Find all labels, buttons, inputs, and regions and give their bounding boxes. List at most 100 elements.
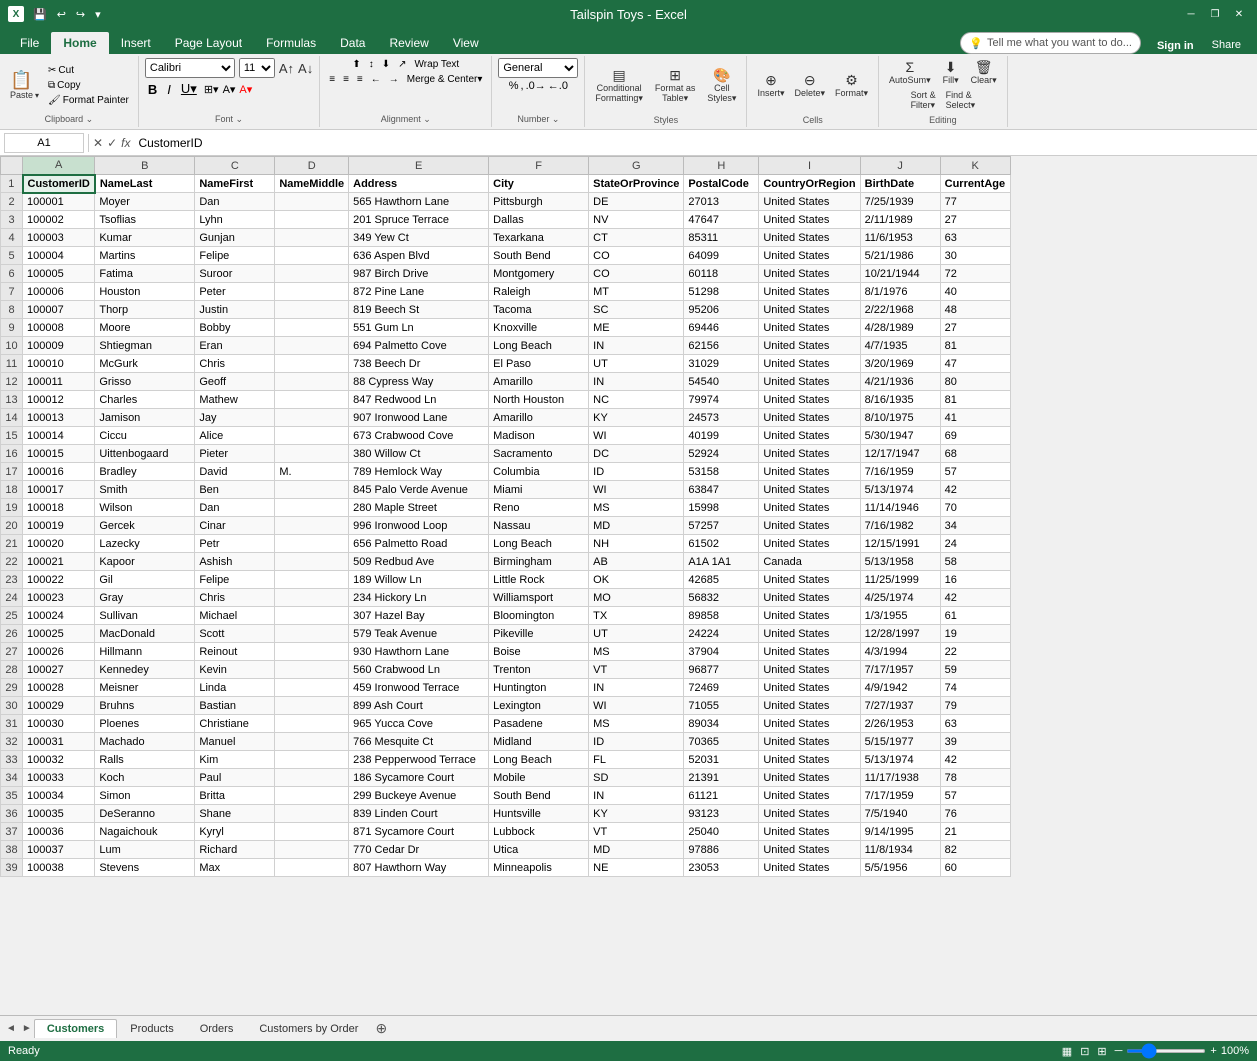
cell-B31[interactable]: Ploenes [95, 715, 195, 733]
cell-J31[interactable]: 2/26/1953 [860, 715, 940, 733]
cell-A32[interactable]: 100031 [23, 733, 95, 751]
cell-E24[interactable]: 234 Hickory Ln [349, 589, 489, 607]
zoom-in-btn[interactable]: + [1210, 1045, 1216, 1057]
tell-me-box[interactable]: 💡 Tell me what you want to do... [960, 32, 1141, 54]
font-size-select[interactable]: 11 [239, 58, 275, 78]
cell-D8[interactable] [275, 301, 349, 319]
cell-G21[interactable]: NH [589, 535, 684, 553]
increase-decimal-btn[interactable]: .0→ [526, 80, 546, 92]
fx-confirm-icon[interactable]: ✓ [107, 136, 117, 150]
cell-B22[interactable]: Kapoor [95, 553, 195, 571]
cell-A11[interactable]: 100010 [23, 355, 95, 373]
cell-F17[interactable]: Columbia [489, 463, 589, 481]
cell-G22[interactable]: AB [589, 553, 684, 571]
cell-I14[interactable]: United States [759, 409, 860, 427]
cell-D5[interactable] [275, 247, 349, 265]
cell-K28[interactable]: 59 [940, 661, 1010, 679]
cell-B14[interactable]: Jamison [95, 409, 195, 427]
cell-E30[interactable]: 899 Ash Court [349, 697, 489, 715]
cell-B5[interactable]: Martins [95, 247, 195, 265]
cell-D37[interactable] [275, 823, 349, 841]
cell-K20[interactable]: 34 [940, 517, 1010, 535]
cell-E36[interactable]: 839 Linden Court [349, 805, 489, 823]
cell-G27[interactable]: MS [589, 643, 684, 661]
cell-C14[interactable]: Jay [195, 409, 275, 427]
conditional-formatting-btn[interactable]: ▤ ConditionalFormatting▾ [591, 66, 647, 106]
qa-dropdown-btn[interactable]: ▾ [92, 6, 104, 23]
cell-C38[interactable]: Richard [195, 841, 275, 859]
cell-H11[interactable]: 31029 [684, 355, 759, 373]
cell-A10[interactable]: 100009 [23, 337, 95, 355]
cell-C1[interactable]: NameFirst [195, 175, 275, 193]
cell-G2[interactable]: DE [589, 193, 684, 211]
cell-A16[interactable]: 100015 [23, 445, 95, 463]
cell-J8[interactable]: 2/22/1968 [860, 301, 940, 319]
col-header-D[interactable]: D [275, 157, 349, 175]
cell-G30[interactable]: WI [589, 697, 684, 715]
cell-C9[interactable]: Bobby [195, 319, 275, 337]
cell-A26[interactable]: 100025 [23, 625, 95, 643]
tab-insert[interactable]: Insert [109, 32, 163, 54]
cell-J4[interactable]: 11/6/1953 [860, 229, 940, 247]
cell-I24[interactable]: United States [759, 589, 860, 607]
cell-B36[interactable]: DeSeranno [95, 805, 195, 823]
cell-K17[interactable]: 57 [940, 463, 1010, 481]
cell-E38[interactable]: 770 Cedar Dr [349, 841, 489, 859]
cell-H37[interactable]: 25040 [684, 823, 759, 841]
cell-D17[interactable]: M. [275, 463, 349, 481]
cell-B26[interactable]: MacDonald [95, 625, 195, 643]
cell-B33[interactable]: Ralls [95, 751, 195, 769]
cell-D21[interactable] [275, 535, 349, 553]
cell-D7[interactable] [275, 283, 349, 301]
cell-K39[interactable]: 60 [940, 859, 1010, 877]
cell-J25[interactable]: 1/3/1955 [860, 607, 940, 625]
cell-H16[interactable]: 52924 [684, 445, 759, 463]
cell-K37[interactable]: 21 [940, 823, 1010, 841]
cell-F11[interactable]: El Paso [489, 355, 589, 373]
cell-J5[interactable]: 5/21/1986 [860, 247, 940, 265]
cell-H25[interactable]: 89858 [684, 607, 759, 625]
cell-J2[interactable]: 7/25/1939 [860, 193, 940, 211]
cell-B28[interactable]: Kennedey [95, 661, 195, 679]
cell-C16[interactable]: Pieter [195, 445, 275, 463]
cell-I15[interactable]: United States [759, 427, 860, 445]
cell-G13[interactable]: NC [589, 391, 684, 409]
cell-B21[interactable]: Lazecky [95, 535, 195, 553]
cell-J3[interactable]: 2/11/1989 [860, 211, 940, 229]
cell-A1[interactable]: CustomerID [23, 175, 95, 193]
cell-D32[interactable] [275, 733, 349, 751]
cell-K1[interactable]: CurrentAge [940, 175, 1010, 193]
cell-K2[interactable]: 77 [940, 193, 1010, 211]
cell-G39[interactable]: NE [589, 859, 684, 877]
cell-H9[interactable]: 69446 [684, 319, 759, 337]
cell-H3[interactable]: 47647 [684, 211, 759, 229]
cell-A6[interactable]: 100005 [23, 265, 95, 283]
col-header-A[interactable]: A [23, 157, 95, 175]
cell-C28[interactable]: Kevin [195, 661, 275, 679]
cell-A22[interactable]: 100021 [23, 553, 95, 571]
cell-K25[interactable]: 61 [940, 607, 1010, 625]
wrap-text-btn[interactable]: Wrap Text [412, 58, 463, 71]
cell-K8[interactable]: 48 [940, 301, 1010, 319]
cell-G36[interactable]: KY [589, 805, 684, 823]
cell-E12[interactable]: 88 Cypress Way [349, 373, 489, 391]
formula-input[interactable] [134, 133, 1253, 153]
cell-B4[interactable]: Kumar [95, 229, 195, 247]
cell-G23[interactable]: OK [589, 571, 684, 589]
new-sheet-btn[interactable]: ⊕ [371, 1019, 391, 1039]
cell-A39[interactable]: 100038 [23, 859, 95, 877]
cell-C5[interactable]: Felipe [195, 247, 275, 265]
cell-A7[interactable]: 100006 [23, 283, 95, 301]
cell-I35[interactable]: United States [759, 787, 860, 805]
cell-D14[interactable] [275, 409, 349, 427]
cell-A19[interactable]: 100018 [23, 499, 95, 517]
cell-K10[interactable]: 81 [940, 337, 1010, 355]
cell-G20[interactable]: MD [589, 517, 684, 535]
cell-I17[interactable]: United States [759, 463, 860, 481]
fill-color-btn[interactable]: A▾ [223, 83, 236, 96]
cell-C20[interactable]: Cinar [195, 517, 275, 535]
cell-C4[interactable]: Gunjan [195, 229, 275, 247]
cell-A8[interactable]: 100007 [23, 301, 95, 319]
delete-cells-btn[interactable]: ⊖ Delete▾ [790, 71, 829, 101]
cell-D18[interactable] [275, 481, 349, 499]
